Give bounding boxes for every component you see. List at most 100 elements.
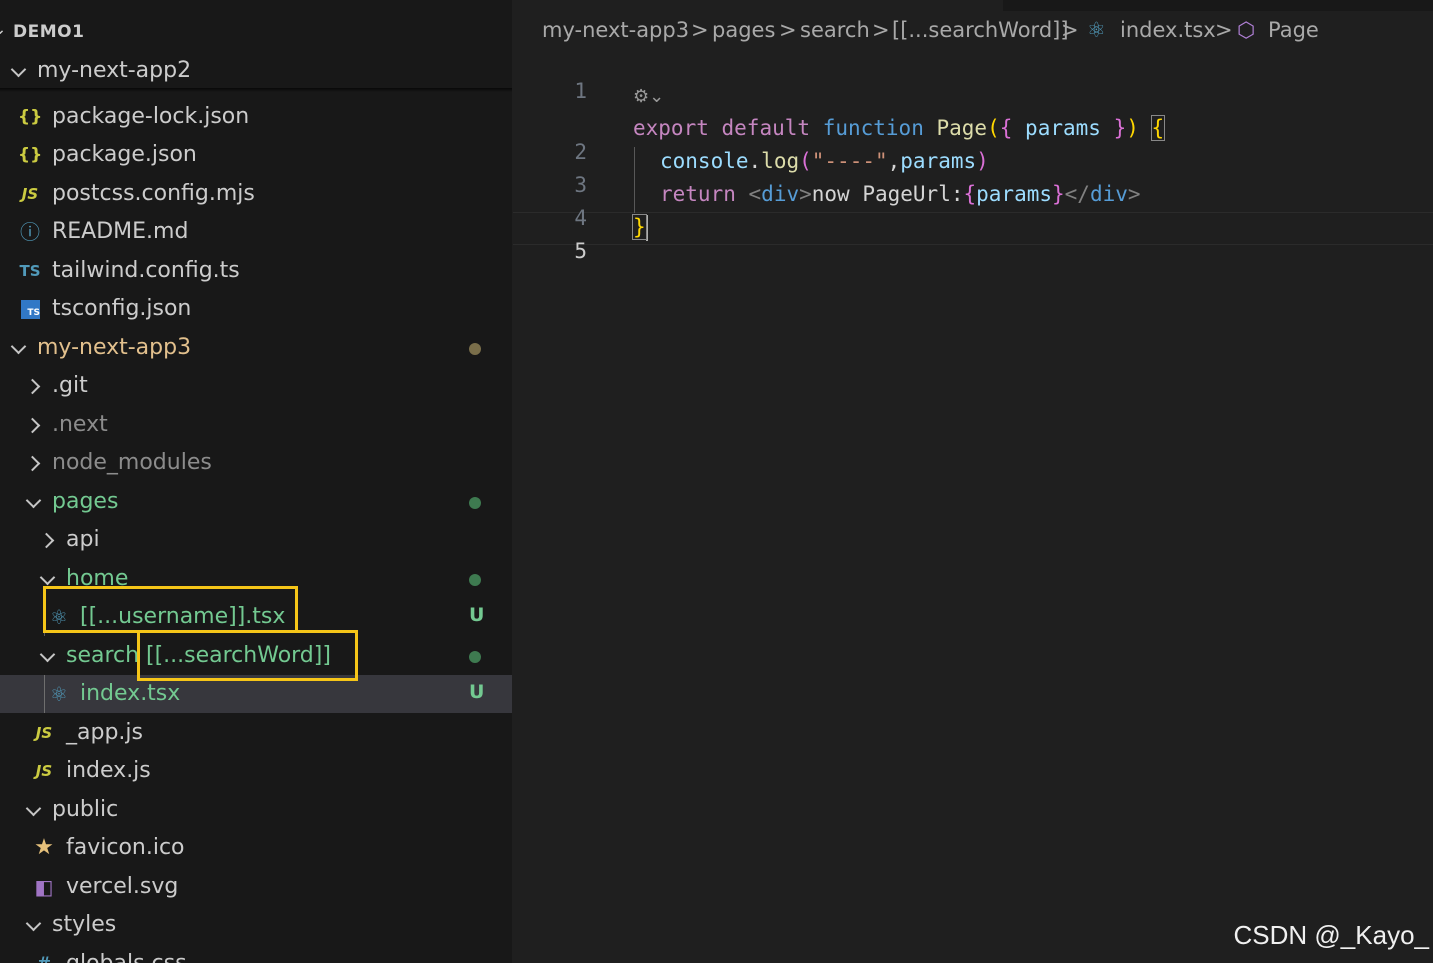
tab-index-tsx[interactable] <box>513 0 1003 11</box>
folder-label: .next <box>52 412 108 437</box>
token-tag: > <box>799 182 812 206</box>
file-label: tailwind.config.ts <box>52 258 240 283</box>
file-readme[interactable]: ⓘ README.md <box>0 213 512 251</box>
react-icon: ⚛ <box>1087 18 1106 42</box>
javascript-icon: JS <box>35 724 53 742</box>
breadcrumb-item[interactable]: my-next-app3 <box>542 18 689 42</box>
token-string: "----" <box>811 149 888 173</box>
explorer-sidebar: ⌄ DEMO1 my-next-app2 {} package-lock.jso… <box>0 0 512 963</box>
folder-label: my-next-app3 <box>37 335 192 360</box>
token-bracket: } <box>632 214 647 240</box>
breadcrumb-item[interactable]: index.tsx <box>1120 18 1216 42</box>
folder-label: pages <box>52 489 119 514</box>
chevron-down-icon <box>39 571 55 587</box>
line-number: 1 <box>574 79 587 103</box>
file-favicon[interactable]: ★ favicon.ico <box>0 829 512 867</box>
code-text: export default function Page({ params })… <box>633 115 1166 141</box>
token-keyword: export <box>633 116 709 140</box>
code-line-3[interactable]: 3 console.log("----",params) <box>513 149 1433 197</box>
info-icon: ⓘ <box>20 220 40 244</box>
chevron-down-icon <box>25 917 41 933</box>
breadcrumb-separator: > <box>1215 18 1233 42</box>
folder-next[interactable]: .next <box>0 406 512 444</box>
tab-strip <box>513 0 1433 11</box>
chevron-down-icon <box>25 494 41 510</box>
breadcrumb-item[interactable]: [[...searchWord]] <box>892 18 1069 42</box>
file-label: index.tsx <box>80 681 181 706</box>
file-label: README.md <box>52 219 189 244</box>
folder-api[interactable]: api <box>0 521 512 559</box>
javascript-icon: JS <box>21 185 39 203</box>
file-globals-css[interactable]: # globals.css <box>0 945 512 963</box>
breadcrumb-separator: > <box>872 18 890 42</box>
file-tailwind-config[interactable]: TS tailwind.config.ts <box>0 252 512 290</box>
code-line-1[interactable]: 1 <box>513 55 1433 103</box>
codelens-icon[interactable]: ⚙⌄ <box>633 86 664 107</box>
file-label: index.js <box>66 758 151 783</box>
folder-public[interactable]: public <box>0 791 512 829</box>
token-text: now PageUrl: <box>811 182 964 206</box>
file-label: tsconfig.json <box>52 296 192 321</box>
file-vercel-svg[interactable]: ◧ vercel.svg <box>0 868 512 906</box>
chevron-right-icon <box>40 532 56 548</box>
chevron-right-icon <box>26 455 42 471</box>
token-bracket: { <box>963 182 977 206</box>
folder-styles[interactable]: styles <box>0 906 512 944</box>
annotation-box <box>43 586 298 633</box>
token-punct: . <box>748 149 762 173</box>
folder-label: search <box>66 643 140 668</box>
folder-my-next-app2[interactable]: my-next-app2 <box>0 52 512 90</box>
file-label: package.json <box>52 142 197 167</box>
json-icon: {} <box>18 107 43 127</box>
token-bracket: } <box>1052 182 1065 206</box>
file-label: _app.js <box>66 720 143 745</box>
untracked-status: U <box>469 681 485 703</box>
file-label: favicon.ico <box>66 835 185 860</box>
breadcrumb-separator: > <box>779 18 797 42</box>
cube-symbol-icon: ⬡ <box>1237 18 1256 42</box>
folder-node-modules[interactable]: node_modules <box>0 444 512 482</box>
code-line-5[interactable]: 5 } <box>513 214 1433 263</box>
code-text: console.log("----",params) <box>660 149 989 173</box>
token-bracket: ) <box>1126 116 1139 140</box>
folder-my-next-app3[interactable]: my-next-app3 <box>0 329 512 367</box>
chevron-down-icon <box>10 340 26 356</box>
star-icon: ★ <box>34 835 54 860</box>
chevron-right-icon <box>26 417 42 433</box>
file-tsconfig[interactable]: TS tsconfig.json <box>0 290 512 328</box>
line-number: 5 <box>574 239 587 263</box>
token-keyword: default <box>721 116 811 140</box>
folder-label: .git <box>52 373 88 398</box>
file-label: postcss.config.mjs <box>52 181 255 206</box>
token-keyword: function <box>822 116 924 140</box>
token-bracket: { <box>1150 115 1166 141</box>
folder-git[interactable]: .git <box>0 367 512 405</box>
breadcrumb-item[interactable]: pages <box>712 18 775 42</box>
file-app-js[interactable]: JS _app.js <box>0 714 512 752</box>
token-bracket: ) <box>976 149 989 173</box>
code-line-4[interactable]: 4 return <div>now PageUrl:{params}</div> <box>513 182 1433 230</box>
sticky-scroll-shadow <box>0 88 512 92</box>
token-param: params <box>1025 116 1101 140</box>
file-postcss-config[interactable]: JS postcss.config.mjs <box>0 175 512 213</box>
folder-label: api <box>66 527 100 552</box>
code-line-2[interactable]: 2 export default function Page({ params … <box>513 115 1433 164</box>
folder-pages[interactable]: pages <box>0 483 512 521</box>
breadcrumb-item[interactable]: Page <box>1268 18 1319 42</box>
untracked-dot <box>469 497 481 509</box>
file-index-js[interactable]: JS index.js <box>0 752 512 790</box>
file-label: globals.css <box>66 951 187 963</box>
chevron-right-icon <box>26 378 42 394</box>
token-param: params <box>976 182 1052 206</box>
css-icon: # <box>32 952 56 963</box>
untracked-dot <box>469 574 481 586</box>
token-bracket: { <box>999 116 1013 140</box>
typescript-icon: TS <box>19 262 41 280</box>
file-package-lock-json[interactable]: {} package-lock.json <box>0 98 512 136</box>
folder-label: my-next-app2 <box>37 58 192 83</box>
chevron-down-icon <box>25 802 41 818</box>
text-cursor <box>645 215 648 241</box>
breadcrumb-item[interactable]: search <box>800 18 870 42</box>
file-package-json[interactable]: {} package.json <box>0 136 512 174</box>
modified-dot <box>469 343 481 355</box>
